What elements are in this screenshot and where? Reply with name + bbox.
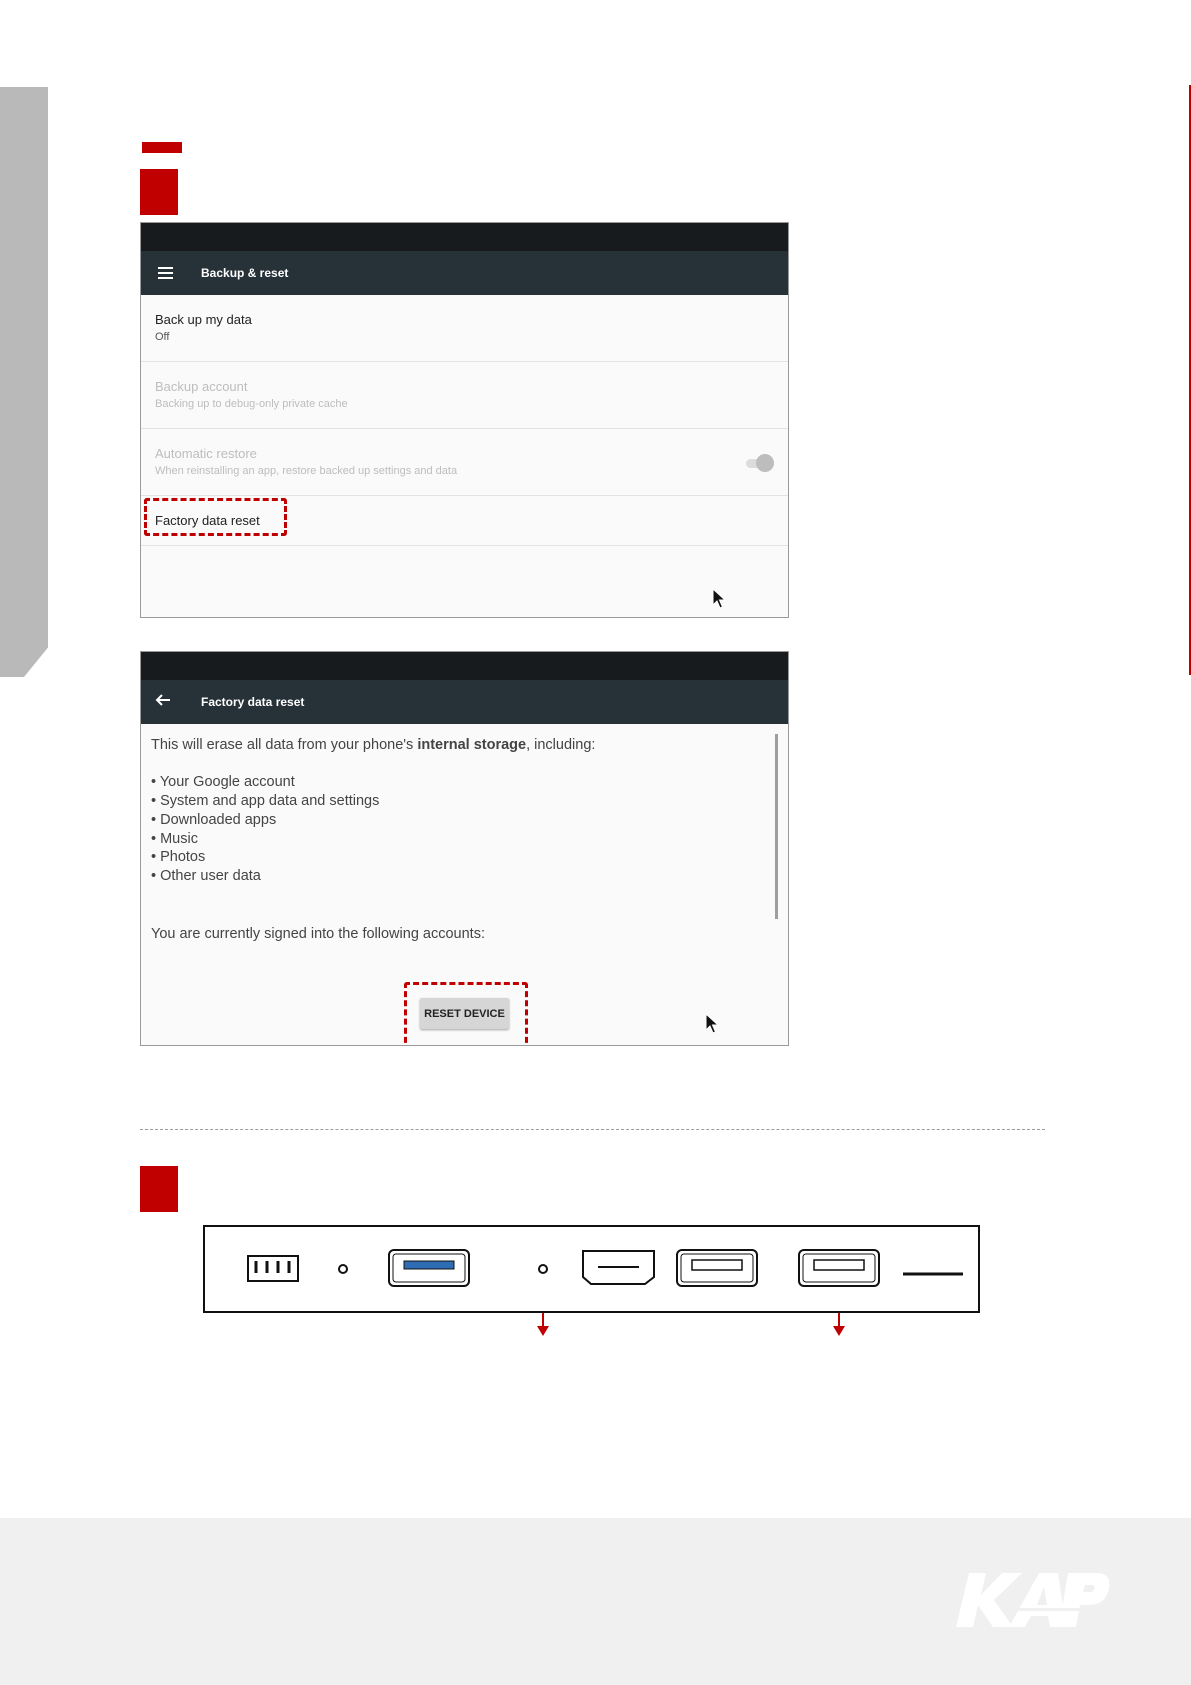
hdmi-port-icon [582, 1250, 655, 1285]
backup-reset-screenshot: Backup & reset Back up my data Off Backu… [140, 222, 789, 618]
status-bar [141, 223, 788, 251]
app-bar: Factory data reset [141, 680, 788, 724]
led-hole-icon [338, 1264, 348, 1274]
accounts-text: You are currently signed into the follow… [151, 925, 485, 942]
step-marker-2 [140, 1166, 178, 1212]
list-item: • Downloaded apps [151, 811, 277, 828]
usb-otg-port-icon [798, 1249, 880, 1287]
reset-description: This will erase all data from your phone… [141, 724, 788, 955]
app-bar-title: Backup & reset [201, 266, 289, 280]
row-subtitle: Off [155, 331, 170, 343]
scrollbar[interactable] [775, 734, 778, 919]
reset-hole-icon [538, 1264, 548, 1274]
mouse-cursor-icon [705, 1013, 719, 1034]
section-marker-bar [142, 142, 182, 153]
mouse-cursor-icon [712, 588, 726, 609]
reset-hole-arrow-head [537, 1326, 549, 1336]
status-bar [141, 652, 788, 680]
menu-icon[interactable] [141, 251, 201, 295]
back-arrow-icon[interactable] [141, 680, 201, 724]
usb-port-icon [676, 1249, 758, 1287]
side-tab [0, 87, 48, 677]
usb3-port-icon [388, 1249, 470, 1287]
setting-backup-account[interactable]: Backup account Backing up to debug-only … [141, 362, 788, 429]
row-title: Back up my data [155, 312, 252, 327]
factory-reset-screenshot: Factory data reset This will erase all d… [140, 651, 789, 1046]
list-item: • System and app data and settings [151, 793, 380, 810]
row-subtitle: Backing up to debug-only private cache [155, 398, 348, 410]
usb-port-arrow-line [838, 1313, 840, 1327]
app-bar-title: Factory data reset [201, 695, 305, 709]
usb-port-arrow-head [833, 1326, 845, 1336]
list-item: • Music [151, 830, 198, 847]
setting-back-up-my-data[interactable]: Back up my data Off [141, 295, 788, 362]
row-subtitle: When reinstalling an app, restore backed… [155, 465, 458, 477]
row-title: Backup account [155, 379, 248, 394]
intro-text: This will erase all data from your phone… [151, 737, 596, 753]
highlight-factory-data-reset [144, 498, 287, 536]
step-marker-1 [140, 169, 178, 215]
reset-hole-arrow-line [542, 1313, 544, 1327]
section-divider [140, 1129, 1045, 1130]
app-bar: Backup & reset [141, 251, 788, 295]
automatic-restore-toggle[interactable] [746, 454, 774, 472]
setting-automatic-restore[interactable]: Automatic restore When reinstalling an a… [141, 429, 788, 496]
dip-switch-icon [247, 1255, 299, 1282]
list-item: • Other user data [151, 867, 261, 884]
kap-logo-icon [956, 1573, 1110, 1627]
row-title: Automatic restore [155, 446, 257, 461]
device-port-panel [203, 1225, 980, 1313]
list-item: • Photos [151, 849, 206, 866]
highlight-reset-device [404, 982, 528, 1045]
list-item: • Your Google account [151, 774, 295, 791]
